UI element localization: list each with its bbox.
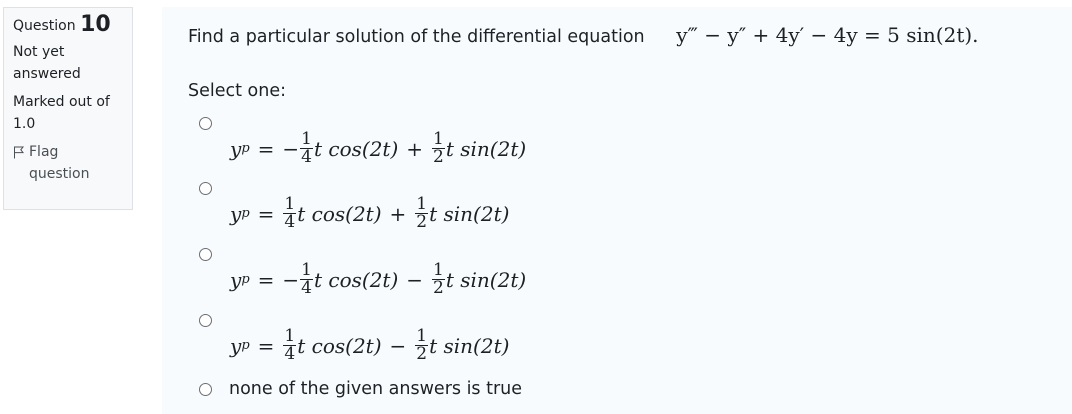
question-text: Find a particular solution of the differ… bbox=[188, 23, 979, 47]
yp-base: y bbox=[230, 267, 242, 292]
sin-term: t sin(2t) bbox=[429, 333, 510, 358]
question-content: Find a particular solution of the differ… bbox=[162, 7, 1072, 414]
leading-sign: − bbox=[282, 267, 300, 292]
leading-sign: − bbox=[282, 136, 300, 161]
equals-sign: = bbox=[257, 333, 275, 358]
numerator: 1 bbox=[301, 260, 312, 280]
sin-term: t sin(2t) bbox=[445, 267, 527, 292]
question-info-panel: Question 10 Not yet answered Marked out … bbox=[3, 7, 133, 210]
question-number: Question 10 bbox=[13, 14, 123, 37]
answer-radio[interactable] bbox=[199, 182, 212, 195]
denominator: 4 bbox=[283, 344, 297, 364]
numerator: 1 bbox=[416, 326, 428, 346]
fraction-two: 12 bbox=[415, 194, 429, 232]
question-text-label: Find a particular solution of the differ… bbox=[188, 27, 645, 47]
answer-radio[interactable] bbox=[199, 248, 212, 261]
denominator: 2 bbox=[415, 344, 429, 364]
answer-option[interactable]: y p = 1 4 t cos(2t) +1 2 t sin(2t) bbox=[199, 182, 509, 231]
answer-formula: y p = −1 4 t cos(2t) −1 2 t sin(2t) bbox=[230, 262, 526, 297]
answer-formula: y p = 1 4 t cos(2t) −1 2 t sin(2t) bbox=[230, 328, 509, 363]
operator: + bbox=[406, 136, 424, 161]
yp-sub: p bbox=[241, 206, 250, 221]
cos-term: t cos(2t) bbox=[314, 267, 399, 292]
fraction-two: 12 bbox=[415, 326, 429, 364]
answer-radio[interactable] bbox=[199, 314, 212, 327]
equals-sign: = bbox=[257, 267, 275, 292]
sin-term: t sin(2t) bbox=[429, 201, 510, 226]
answer-label: none of the given answers is true bbox=[229, 379, 523, 399]
operator: − bbox=[406, 267, 424, 292]
denominator: 2 bbox=[432, 147, 445, 167]
numerator: 1 bbox=[284, 326, 296, 346]
question-word: Question bbox=[13, 18, 76, 34]
answer-formula: y p = 1 4 t cos(2t) +1 2 t sin(2t) bbox=[230, 196, 509, 231]
numerator: 1 bbox=[301, 129, 312, 149]
numerator: 1 bbox=[433, 129, 444, 149]
question-number-value: 10 bbox=[80, 12, 111, 37]
flag-label: Flag question bbox=[29, 144, 90, 182]
denominator: 4 bbox=[300, 147, 313, 167]
equals-sign: = bbox=[257, 136, 275, 161]
yp-sub: p bbox=[241, 338, 250, 353]
answer-radio[interactable] bbox=[199, 382, 212, 396]
equals-sign: = bbox=[257, 201, 275, 226]
select-one-prompt: Select one: bbox=[188, 81, 287, 101]
answer-option[interactable]: y p = 1 4 t cos(2t) −1 2 t sin(2t) bbox=[199, 314, 509, 363]
fraction-one: 14 bbox=[283, 194, 297, 232]
yp-base: y bbox=[230, 333, 242, 358]
denominator: 4 bbox=[283, 212, 297, 232]
numerator: 1 bbox=[284, 194, 296, 214]
answer-radio[interactable] bbox=[199, 117, 212, 130]
yp-base: y bbox=[230, 136, 242, 161]
answer-option[interactable]: y p = −1 4 t cos(2t) +1 2 t sin(2t) bbox=[199, 117, 526, 166]
cos-term: t cos(2t) bbox=[297, 333, 382, 358]
operator: − bbox=[389, 333, 407, 358]
fraction-two: 12 bbox=[432, 262, 445, 297]
answer-option-none[interactable]: none of the given answers is true bbox=[199, 379, 522, 399]
numerator: 1 bbox=[416, 194, 428, 214]
question-equation: y‴ − y″ + 4y′ − 4y = 5 sin(2t). bbox=[676, 23, 979, 47]
denominator: 4 bbox=[300, 278, 313, 298]
denominator: 2 bbox=[432, 278, 445, 298]
answer-formula: y p = −1 4 t cos(2t) +1 2 t sin(2t) bbox=[230, 131, 526, 166]
yp-sub: p bbox=[241, 272, 250, 287]
question-state: Not yet answered bbox=[13, 44, 81, 82]
fraction-one: 14 bbox=[300, 131, 313, 166]
flag-question-button[interactable]: Flag question bbox=[13, 141, 123, 185]
answer-option[interactable]: y p = −1 4 t cos(2t) −1 2 t sin(2t) bbox=[199, 248, 526, 297]
cos-term: t cos(2t) bbox=[314, 136, 399, 161]
operator: + bbox=[389, 201, 407, 226]
sin-term: t sin(2t) bbox=[445, 136, 527, 161]
fraction-two: 12 bbox=[432, 131, 445, 166]
yp-base: y bbox=[230, 201, 242, 226]
flag-icon bbox=[14, 146, 25, 159]
question-grade: Marked out of 1.0 bbox=[13, 94, 110, 132]
fraction-one: 14 bbox=[300, 262, 313, 297]
fraction-one: 14 bbox=[283, 326, 297, 364]
cos-term: t cos(2t) bbox=[297, 201, 382, 226]
numerator: 1 bbox=[433, 260, 444, 280]
yp-sub: p bbox=[241, 141, 250, 156]
denominator: 2 bbox=[415, 212, 429, 232]
